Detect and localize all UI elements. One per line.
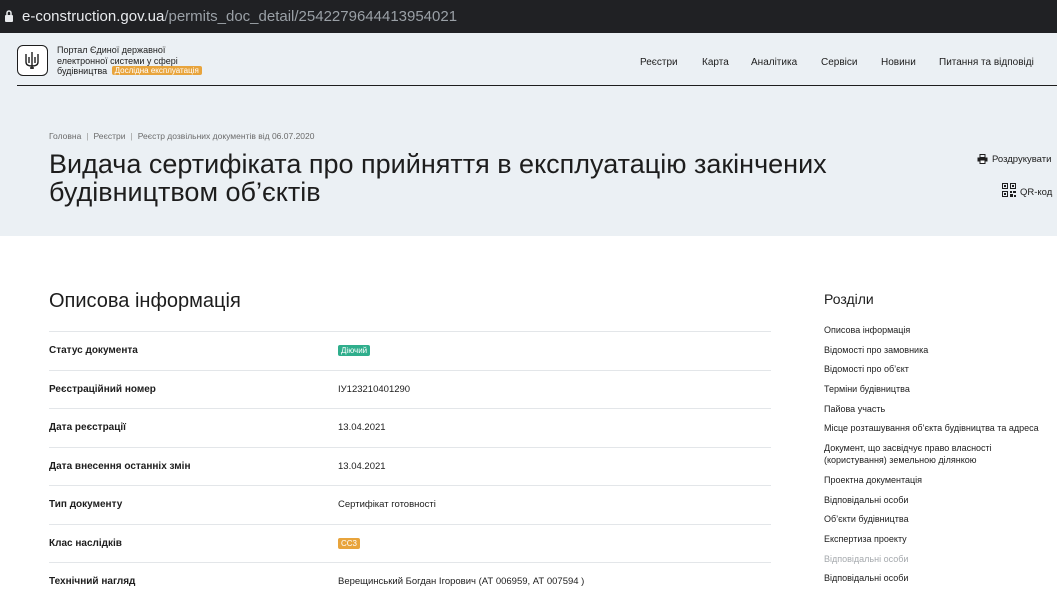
breadcrumb-home[interactable]: Головна — [49, 131, 81, 141]
qr-code-label: QR-код — [1020, 187, 1053, 198]
breadcrumb: Головна | Реєстри | Реєстр дозвільних докуме… — [49, 131, 315, 141]
section-link[interactable]: Об’єкти будівництва — [824, 513, 1057, 525]
row-value: Верещинський Богдан Ігорович (АТ 006959,… — [338, 576, 585, 587]
info-table: Статус документа Діючий Реєстраційний но… — [49, 331, 771, 590]
nav-map[interactable]: Карта — [702, 57, 729, 68]
print-button[interactable]: Роздрукувати — [977, 154, 1051, 165]
table-row: Технічний нагляд Верещинський Богдан Іго… — [49, 562, 771, 590]
section-link[interactable]: Відомості про замовника — [824, 344, 1057, 356]
header-divider — [17, 85, 1057, 86]
table-row: Статус документа Діючий — [49, 331, 771, 370]
row-label: Технічний нагляд — [49, 576, 136, 587]
page-hero: Головна | Реєстри | Реєстр дозвільних докуме… — [0, 87, 1057, 236]
section-link[interactable]: Відомості про об’єкт — [824, 363, 1057, 375]
section-link[interactable]: Описова інформація — [824, 324, 1057, 336]
status-badge: Діючий — [338, 345, 371, 356]
sections-heading: Розділи — [824, 291, 874, 307]
section-link[interactable]: Експертиза проекту — [824, 533, 1057, 545]
row-label: Дата внесення останніх змін — [49, 460, 191, 472]
row-label: Тип документу — [49, 499, 123, 510]
trident-icon — [25, 52, 39, 69]
row-value: Сертифікат готовності — [338, 499, 436, 510]
section-link[interactable]: Документ, що засвідчує право власності (… — [824, 442, 1019, 466]
sections-nav: Описова інформація Відомості про замовни… — [824, 324, 1057, 590]
nav-faq[interactable]: Питання та відповіді — [939, 57, 1034, 68]
nav-services[interactable]: Сервіси — [821, 57, 857, 68]
table-row: Реєстраційний номер ІУ123210401290 — [49, 369, 771, 409]
section-link[interactable]: Місце розташування об’єкта будівництва т… — [824, 422, 1057, 434]
portal-title[interactable]: Портал Єдиної державної електронної сист… — [57, 45, 217, 77]
breadcrumb-separator: | — [130, 131, 133, 141]
section-link[interactable]: Терміни будівництва — [824, 383, 1057, 395]
row-label: Реєстраційний номер — [49, 383, 156, 395]
site-header: Портал Єдиної державної електронної сист… — [0, 33, 1057, 87]
row-label: Клас наслідків — [49, 537, 122, 549]
section-link[interactable]: Пайова участь — [824, 403, 1057, 415]
breadcrumb-current[interactable]: Реєстр дозвільних документів від 06.07.2… — [138, 131, 315, 141]
row-value: 13.04.2021 — [338, 460, 386, 472]
row-label: Дата реєстрації — [49, 422, 126, 433]
qr-code-button[interactable]: QR-код — [1002, 183, 1052, 198]
table-row: Дата реєстрації 13.04.2021 — [49, 408, 771, 447]
row-value: 13.04.2021 — [338, 422, 386, 433]
beta-badge: Дослідна експлуатація — [111, 66, 202, 75]
browser-address-bar[interactable]: e-construction.gov.ua/permits_doc_detail… — [0, 0, 1057, 33]
nav-news[interactable]: Новини — [881, 57, 916, 68]
section-link[interactable]: Проектна документація — [824, 474, 1057, 486]
print-label: Роздрукувати — [992, 154, 1052, 165]
section-link[interactable]: Відповідальні особи — [824, 553, 1057, 565]
qr-code-icon — [1002, 183, 1016, 197]
breadcrumb-separator: | — [86, 131, 89, 141]
nav-analytics[interactable]: Аналітика — [751, 57, 797, 68]
breadcrumb-registries[interactable]: Реєстри — [94, 131, 126, 141]
nav-registries[interactable]: Реєстри — [640, 57, 678, 68]
printer-icon — [977, 154, 988, 164]
section-heading: Описова інформація — [49, 290, 241, 312]
table-row: Тип документу Сертифікат готовності — [49, 485, 771, 524]
trident-logo[interactable] — [17, 45, 48, 76]
consequence-class-badge: СС3 — [338, 537, 361, 549]
row-value: ІУ123210401290 — [338, 383, 411, 395]
section-link[interactable]: Відповідальні особи — [824, 494, 1057, 506]
lock-icon — [5, 10, 13, 22]
table-row: Дата внесення останніх змін 13.04.2021 — [49, 446, 771, 486]
url-path: /permits_doc_detail/2542279644413954021 — [164, 8, 458, 25]
table-row: Клас наслідків СС3 — [49, 523, 771, 563]
row-label: Статус документа — [49, 345, 138, 356]
address-url[interactable]: e-construction.gov.ua/permits_doc_detail… — [22, 8, 457, 25]
page-title: Видача сертифіката про прийняття в експл… — [49, 149, 827, 207]
section-link[interactable]: Відповідальні особи — [824, 572, 1057, 584]
url-host: e-construction.gov.ua — [22, 8, 165, 25]
